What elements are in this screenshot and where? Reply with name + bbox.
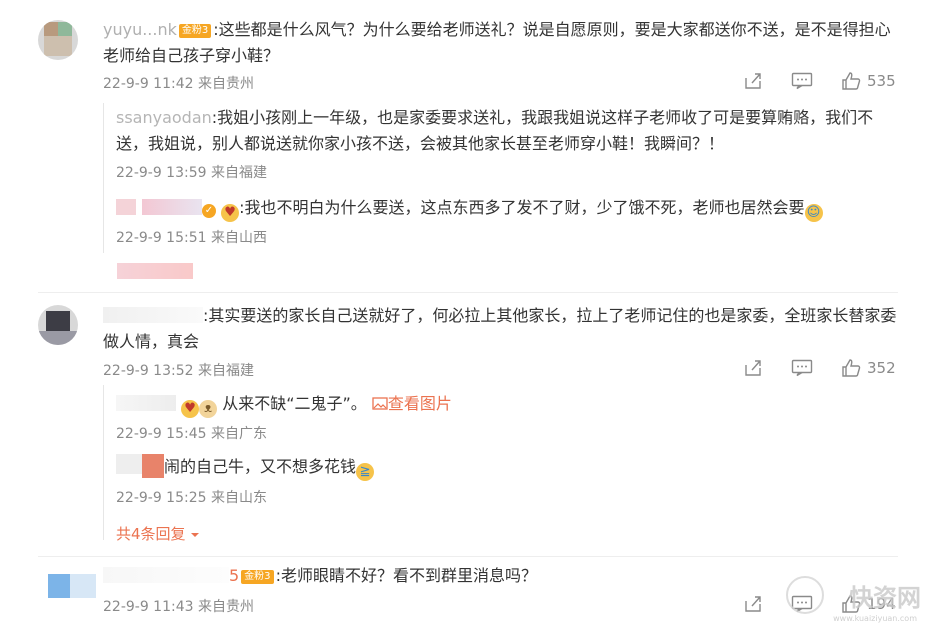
reply-meta: 22-9-9 15:51 来自山西 [116, 230, 267, 246]
comment-author[interactable]: yuyu...nk [103, 20, 177, 39]
view-image-link[interactable]: 查看图片 [372, 394, 452, 413]
comment-icon [791, 72, 813, 90]
view-image-label: 查看图片 [387, 394, 452, 413]
reply-meta: 22-9-9 15:45 来自广东 [116, 426, 267, 442]
share-icon [745, 360, 761, 376]
avatar-fade [70, 574, 96, 598]
image-icon [372, 397, 388, 410]
comment-text: yuyu...nk 金粉3:这些都是什么风气？为什么要给老师送礼？说是自愿原则，要… [103, 17, 893, 69]
divider [38, 556, 898, 557]
comment-author[interactable] [103, 307, 203, 323]
more-replies-label: 共4条回复 [116, 525, 186, 543]
like-count: 535 [867, 72, 896, 90]
comment-meta: 22-9-9 11:43 来自贵州 [103, 599, 254, 615]
reply-body: :我姐小孩刚上一年级，也是家委要求送礼，我跟我姐说这样子老师收了可是要算贿赂，我… [116, 108, 874, 153]
comment-author[interactable] [103, 567, 229, 583]
comment-author-name: 5 [229, 566, 240, 585]
reply-text: ♥ ᴥ 从来不缺“二鬼子”。 查看图片 [116, 391, 896, 418]
watermark-title: 快资网 [849, 584, 921, 612]
comment-meta: 22-9-9 13:52 来自福建 [103, 363, 254, 379]
share-button[interactable] [743, 595, 763, 613]
comment-text: 5 金粉3:老师眼睛不好？看不到群里消息吗？ [103, 563, 883, 589]
reply-author[interactable] [116, 199, 136, 215]
share-icon [745, 73, 761, 89]
comment-text: :其实要送的家长自己送就好了，何必拉上其他家长，拉上了老师记住的也是家委，全班家… [103, 303, 903, 355]
laugh-cry-emoji-icon: ☺ [804, 204, 823, 222]
fan-badge: 金粉3 [178, 24, 212, 38]
blurred-more-link[interactable] [117, 263, 193, 279]
reply-author[interactable]: ssanyaodan [116, 108, 212, 127]
fan-emoji-icon: ♥ [181, 400, 200, 418]
reply-author-blur [142, 454, 164, 478]
verified-icon: ✓ [202, 204, 216, 218]
reply-meta: 22-9-9 15:25 来自山东 [116, 490, 267, 506]
sweat-emoji-icon: ≧ [356, 463, 375, 481]
share-button[interactable] [743, 72, 763, 90]
doge-emoji-icon: ᴥ [199, 400, 218, 418]
reply-list [103, 385, 104, 540]
reply-text: ssanyaodan:我姐小孩刚上一年级，也是家委要求送礼，我跟我姐说这样子老师… [116, 105, 896, 157]
comment-meta: 22-9-9 11:42 来自贵州 [103, 76, 254, 92]
chevron-down-icon [191, 533, 200, 537]
comment-body: :老师眼睛不好？看不到群里消息吗？ [275, 566, 537, 585]
like-button[interactable]: 535 [841, 72, 896, 90]
reply-text: 闹的自己牛，又不想多花钱 ≧ [116, 454, 896, 481]
like-icon [842, 359, 861, 377]
reply-author-blur [142, 199, 202, 215]
avatar[interactable] [38, 20, 78, 60]
like-icon [842, 72, 861, 90]
reply-button[interactable] [791, 72, 813, 90]
avatar[interactable] [38, 305, 78, 345]
reply-body: 从来不缺“二鬼子”。 [222, 394, 367, 413]
reply-meta: 22-9-9 13:59 来自福建 [116, 165, 267, 181]
comment-actions: 352 [743, 359, 896, 377]
divider [38, 292, 898, 293]
share-button[interactable] [743, 359, 763, 377]
reply-body: :我也不明白为什么要送，这点东西多了发不了财，少了饿不死，老师也居然会要 [239, 198, 805, 217]
reply-body: 闹的自己牛，又不想多花钱 [164, 457, 357, 476]
more-replies-link[interactable]: 共4条回复 [116, 523, 200, 544]
like-button[interactable]: 352 [841, 359, 896, 377]
fan-badge: 金粉3 [241, 570, 274, 584]
share-icon [745, 596, 761, 612]
reply-list [103, 103, 104, 253]
fan-emoji-icon: ♥ [221, 204, 240, 222]
reply-author[interactable] [116, 395, 176, 411]
like-count: 352 [867, 359, 896, 377]
watermark-logo-icon [786, 576, 824, 614]
reply-author[interactable] [116, 454, 142, 474]
reply-text: ✓ ♥:我也不明白为什么要送，这点东西多了发不了财，少了饿不死，老师也居然会要 ☺ [116, 195, 896, 222]
comment-body: :其实要送的家长自己送就好了，何必拉上其他家长，拉上了老师记住的也是家委，全班家… [103, 306, 897, 351]
comment-body: :这些都是什么风气？为什么要给老师送礼？说是自愿原则，要是大家都送你不送，是不是… [103, 20, 891, 65]
avatar[interactable] [48, 574, 70, 598]
comment-actions: 535 [743, 72, 896, 90]
comment-icon [791, 359, 813, 377]
reply-button[interactable] [791, 359, 813, 377]
watermark-url: www.kuaiziyuan.com [833, 614, 917, 623]
